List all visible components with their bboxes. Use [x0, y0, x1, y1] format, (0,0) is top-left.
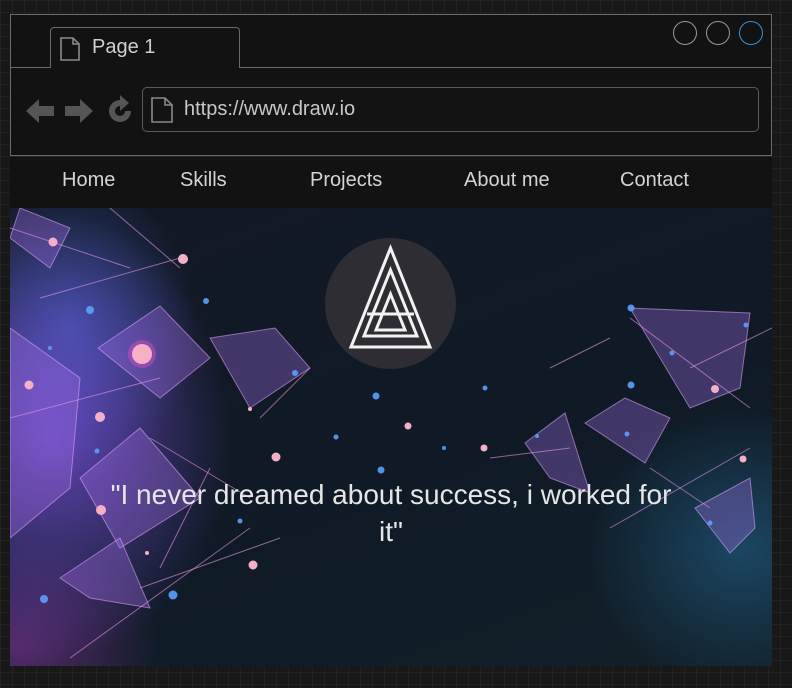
page-icon	[60, 37, 80, 61]
tab-page-1[interactable]: Page 1	[50, 27, 240, 68]
tab-title: Page 1	[92, 36, 156, 58]
refresh-icon[interactable]	[104, 95, 136, 127]
nav-about-me[interactable]: About me	[464, 169, 550, 192]
forward-arrow-icon[interactable]	[63, 95, 95, 127]
triangle-logo-icon	[348, 243, 433, 349]
browser-window: Page 1 https://www.draw.io	[10, 14, 772, 156]
page-icon	[151, 97, 173, 123]
site-logo	[325, 238, 456, 369]
nav-projects[interactable]: Projects	[310, 169, 382, 192]
hero-quote: "I never dreamed about success, i worked…	[110, 479, 672, 547]
nav-skills[interactable]: Skills	[180, 169, 227, 192]
hero-banner: "I never dreamed about success, i worked…	[10, 208, 772, 666]
site-navbar: Home Skills Projects About me Contact	[10, 157, 772, 208]
maximize-button[interactable]	[706, 21, 730, 45]
url-text: https://www.draw.io	[184, 98, 356, 120]
close-button[interactable]	[739, 21, 763, 45]
address-bar[interactable]: https://www.draw.io	[142, 87, 759, 132]
minimize-button[interactable]	[673, 21, 697, 45]
nav-contact[interactable]: Contact	[620, 169, 689, 192]
back-arrow-icon[interactable]	[24, 95, 56, 127]
nav-home[interactable]: Home	[62, 169, 115, 192]
